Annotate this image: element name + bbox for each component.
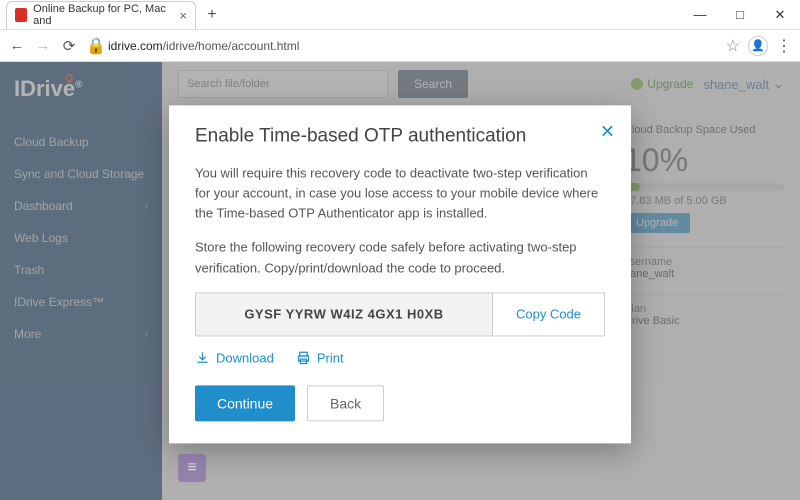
profile-icon[interactable]: 👤 bbox=[748, 36, 768, 56]
copy-code-button[interactable]: Copy Code bbox=[492, 293, 604, 335]
new-tab-button[interactable]: + bbox=[200, 3, 224, 27]
modal-text-1: You will require this recovery code to d… bbox=[195, 163, 605, 223]
continue-button[interactable]: Continue bbox=[195, 385, 295, 421]
back-button[interactable]: Back bbox=[307, 385, 384, 421]
recovery-code: GYSF YYRW W4IZ 4GX1 H0XB bbox=[196, 293, 492, 335]
modal-title: Enable Time-based OTP authentication bbox=[195, 125, 605, 147]
tab-favicon bbox=[15, 8, 27, 22]
print-icon bbox=[296, 350, 311, 365]
tab-title: Online Backup for PC, Mac and bbox=[33, 3, 167, 27]
download-icon bbox=[195, 350, 210, 365]
browser-titlebar: Online Backup for PC, Mac and × + — □ ✕ bbox=[0, 0, 800, 30]
close-icon[interactable]: ✕ bbox=[600, 121, 615, 142]
star-icon[interactable]: ☆ bbox=[726, 36, 740, 56]
menu-icon[interactable]: ⋮ bbox=[776, 36, 792, 56]
window-maximize-icon[interactable]: □ bbox=[720, 0, 760, 30]
print-link[interactable]: Print bbox=[296, 350, 344, 365]
window-close-icon[interactable]: ✕ bbox=[760, 0, 800, 30]
nav-back-icon[interactable]: ← bbox=[8, 37, 26, 54]
modal-text-2: Store the following recovery code safely… bbox=[195, 238, 605, 278]
download-link[interactable]: Download bbox=[195, 350, 274, 365]
url-text[interactable]: idrive.com/idrive/home/account.html bbox=[108, 39, 718, 53]
browser-address-bar: ← → ⟳ 🔒 idrive.com/idrive/home/account.h… bbox=[0, 30, 800, 62]
otp-modal: ✕ Enable Time-based OTP authentication Y… bbox=[169, 105, 631, 443]
browser-tab[interactable]: Online Backup for PC, Mac and × bbox=[6, 1, 196, 29]
recovery-code-box: GYSF YYRW W4IZ 4GX1 H0XB Copy Code bbox=[195, 292, 605, 336]
window-minimize-icon[interactable]: — bbox=[680, 0, 720, 30]
fab-list-icon[interactable]: ≡ bbox=[178, 454, 206, 482]
tab-close-icon[interactable]: × bbox=[179, 8, 187, 23]
nav-forward-icon: → bbox=[34, 37, 52, 54]
lock-icon[interactable]: 🔒 bbox=[86, 36, 100, 56]
nav-reload-icon[interactable]: ⟳ bbox=[60, 37, 78, 55]
